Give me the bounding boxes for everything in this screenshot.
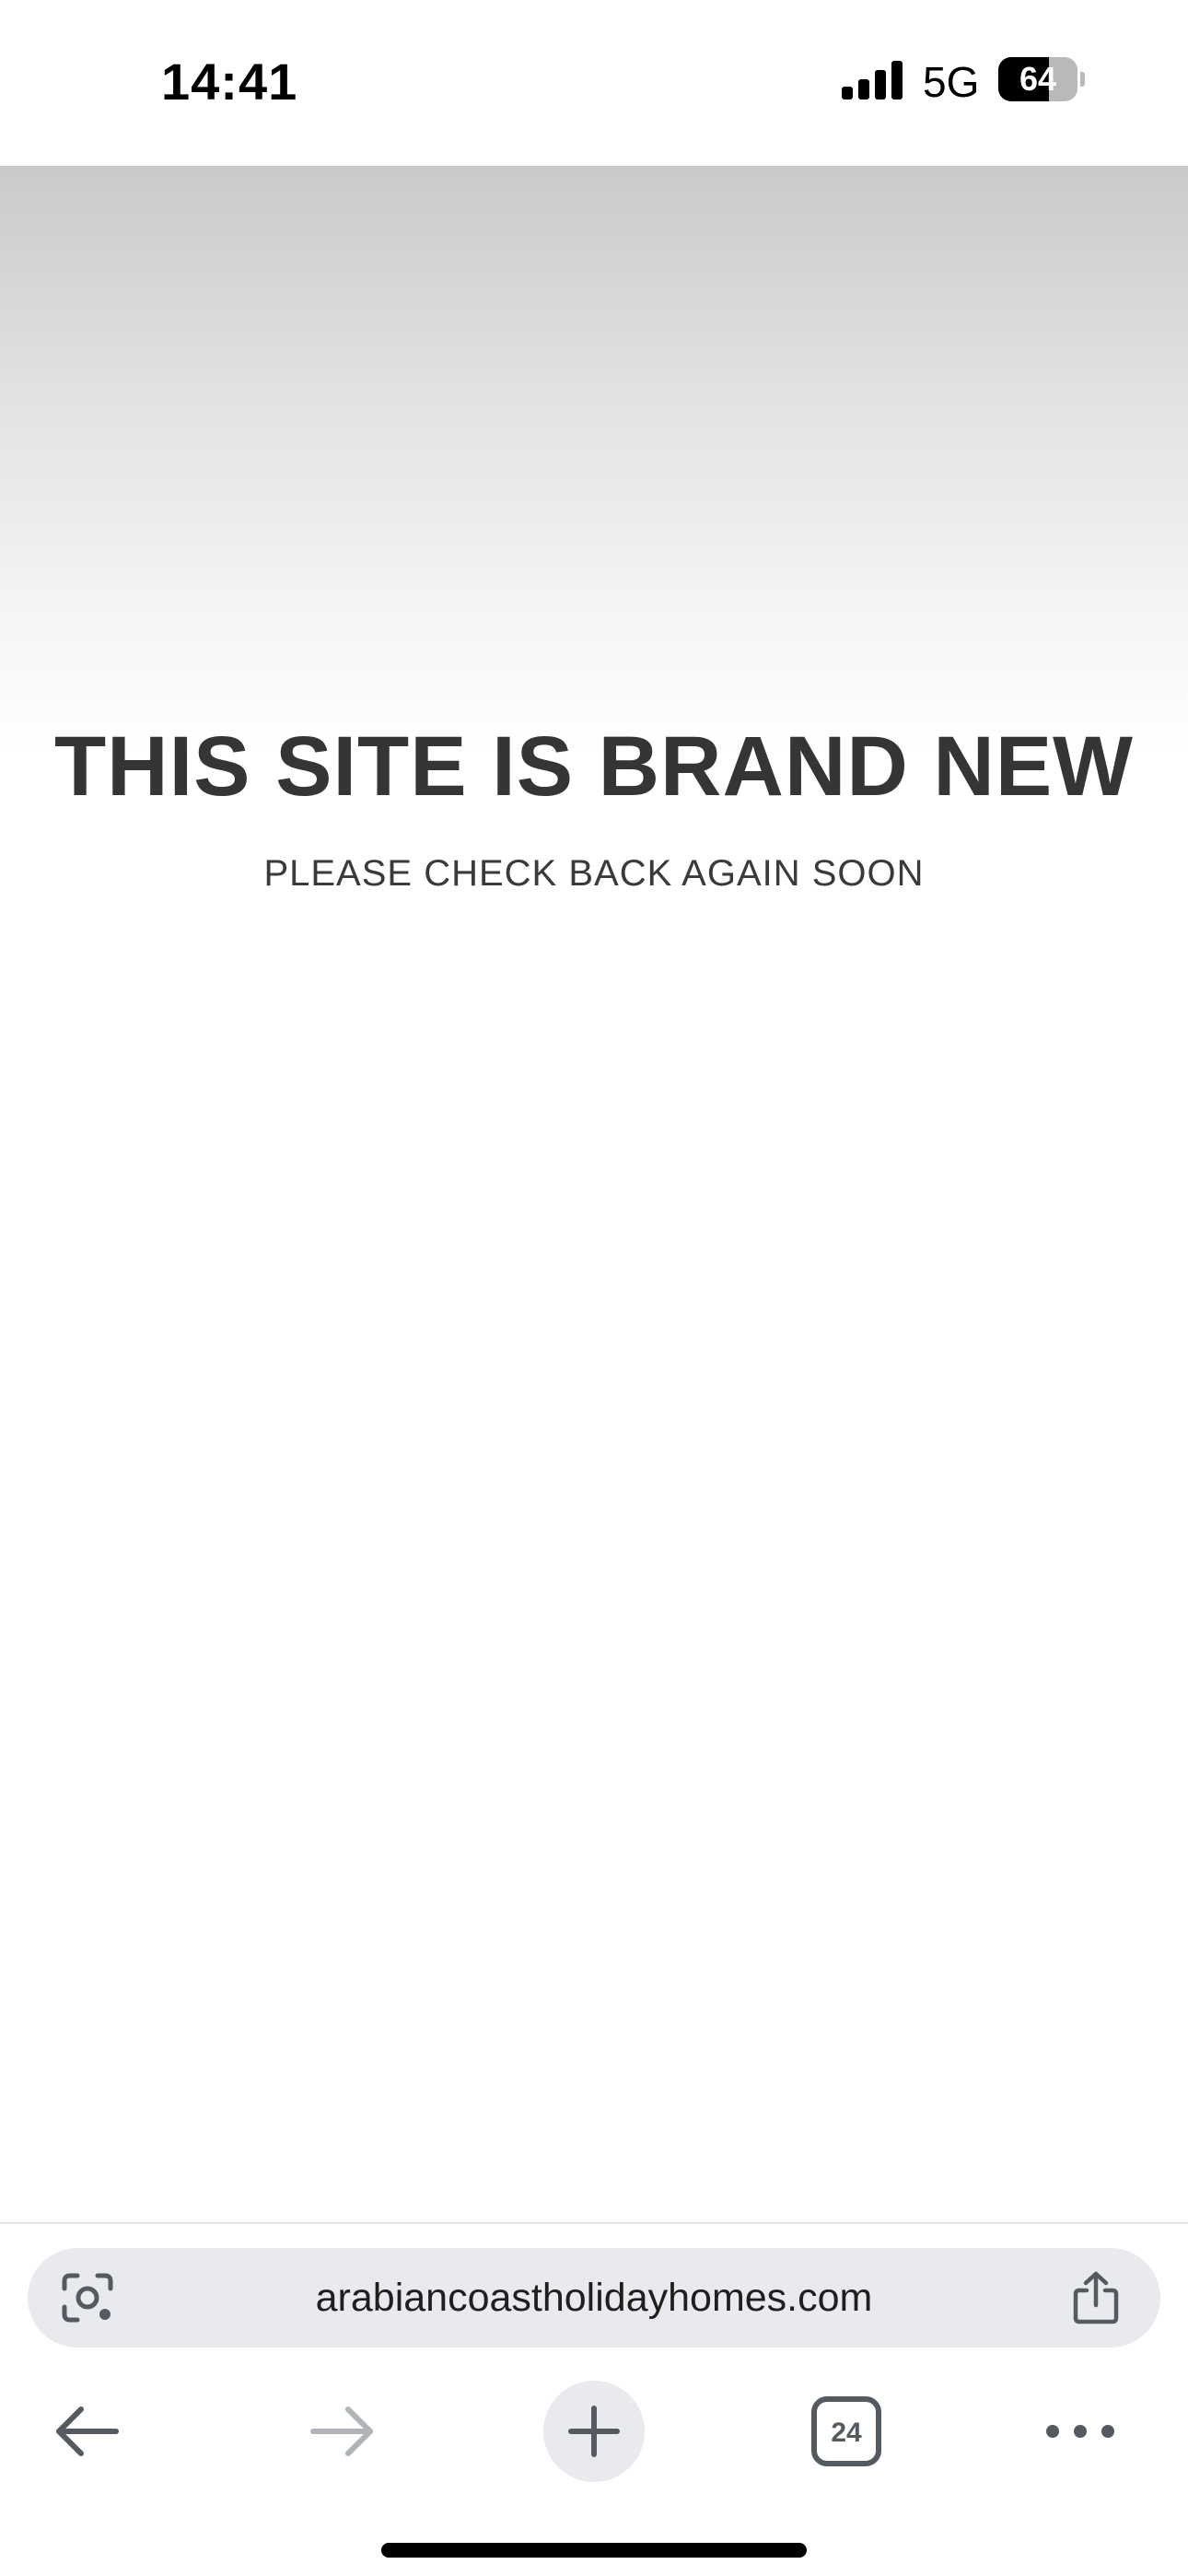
share-icon[interactable] (1070, 2270, 1122, 2325)
browser-bottom-bar: arabiancoastholidayhomes.com 24 (0, 2222, 1188, 2576)
status-time: 14:41 (161, 53, 298, 111)
plus-icon (568, 2406, 620, 2457)
web-content: THIS SITE IS BRAND NEW PLEASE CHECK BACK… (0, 166, 1188, 2222)
url-text[interactable]: arabiancoastholidayhomes.com (129, 2248, 1059, 2348)
page-subtitle: PLEASE CHECK BACK AGAIN SOON (263, 853, 925, 894)
tab-switcher-button[interactable]: 24 (796, 2381, 897, 2482)
forward-arrow-icon (310, 2406, 373, 2456)
battery-level: 64 (1019, 60, 1057, 98)
browser-toolbar: 24 (0, 2371, 1188, 2491)
forward-button[interactable] (291, 2381, 392, 2482)
network-type: 5G (923, 58, 980, 106)
signal-bars-icon (842, 61, 903, 100)
page-title: THIS SITE IS BRAND NEW (53, 720, 1135, 814)
phone-screen: 14:41 5G 64 THIS SITE IS BRAND NEW PLEAS… (0, 0, 1188, 2576)
new-tab-button[interactable] (543, 2381, 645, 2482)
more-menu-button[interactable] (1030, 2381, 1131, 2482)
home-indicator[interactable] (381, 2543, 807, 2558)
address-bar[interactable]: arabiancoastholidayhomes.com (28, 2248, 1160, 2348)
more-dots-icon (1046, 2425, 1114, 2438)
back-arrow-icon (56, 2406, 119, 2456)
back-button[interactable] (37, 2381, 138, 2482)
battery-body: 64 (998, 57, 1077, 101)
battery-cap (1080, 72, 1085, 87)
tab-count: 24 (831, 2418, 862, 2448)
status-bar: 14:41 5G 64 (0, 0, 1188, 166)
battery-icon: 64 (998, 57, 1087, 101)
lens-icon[interactable] (61, 2272, 114, 2324)
